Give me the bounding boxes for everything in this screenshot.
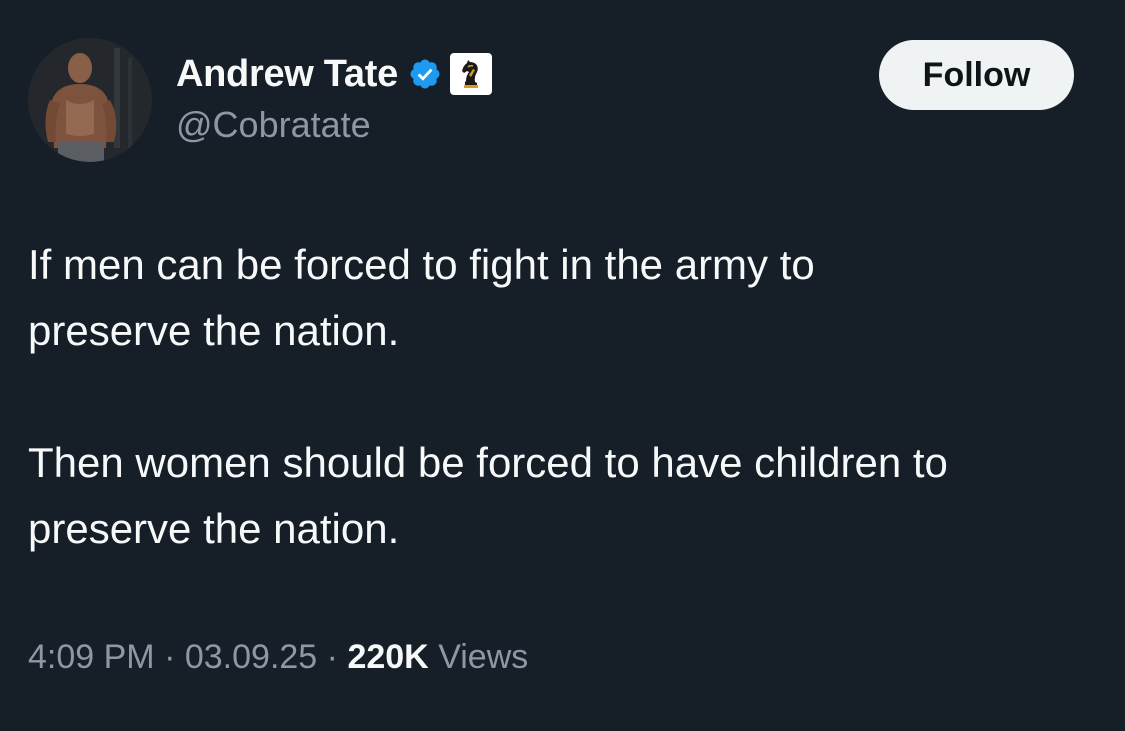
verified-badge-icon[interactable]	[408, 57, 442, 91]
tweet-card: Andrew Tate @Cobratate Follow If men can…	[0, 0, 1125, 731]
meta-separator: ·	[164, 638, 176, 676]
tweet-paragraph-1: If men can be forced to fight in the arm…	[28, 241, 815, 354]
author-handle[interactable]: @Cobratate	[176, 104, 371, 146]
author-display-name[interactable]: Andrew Tate	[176, 53, 398, 96]
views-count[interactable]: 220K	[347, 638, 428, 676]
avatar-photo	[28, 38, 152, 162]
author-name-row: Andrew Tate	[176, 50, 492, 98]
tweet-text: If men can be forced to fight in the arm…	[28, 232, 1108, 562]
tweet-time[interactable]: 4:09 PM	[28, 638, 155, 676]
meta-separator: ·	[326, 638, 338, 676]
chess-knight-icon[interactable]	[449, 53, 492, 95]
follow-button[interactable]: Follow	[879, 40, 1074, 110]
avatar[interactable]	[28, 38, 152, 162]
views-label: Views	[438, 638, 529, 676]
tweet-paragraph-2: Then women should be forced to have chil…	[28, 439, 948, 552]
tweet-date[interactable]: 03.09.25	[185, 638, 317, 676]
tweet-meta: 4:09 PM · 03.09.25 · 220K Views	[28, 638, 528, 677]
